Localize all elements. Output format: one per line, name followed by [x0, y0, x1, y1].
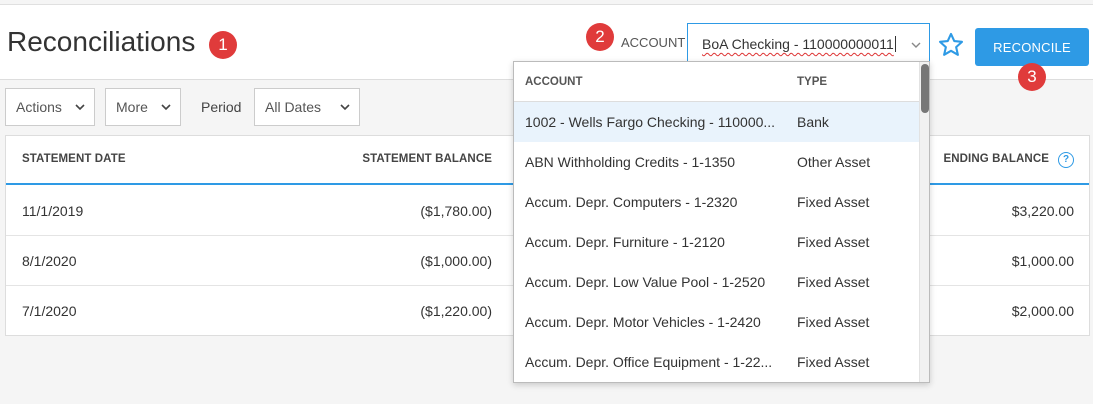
ending-balance-cell: $3,220.00 [1011, 203, 1074, 219]
dropdown-option[interactable]: ABN Withholding Credits - 1-1350 Other A… [514, 142, 919, 182]
statement-balance-cell: ($1,780.00) [420, 203, 492, 219]
option-account-type: Fixed Asset [797, 354, 870, 370]
option-account-name: 1002 - Wells Fargo Checking - 110000... [525, 114, 776, 130]
dropdown-header-type: TYPE [797, 76, 828, 88]
header-statement-date[interactable]: STATEMENT DATE [22, 153, 126, 165]
dropdown-option[interactable]: Accum. Depr. Office Equipment - 1-22... … [514, 342, 919, 382]
account-dropdown: ACCOUNT TYPE 1002 - Wells Fargo Checking… [513, 61, 930, 383]
header-statement-balance[interactable]: STATEMENT BALANCE [362, 153, 492, 165]
option-account-type: Other Asset [797, 154, 871, 170]
statement-date-cell: 7/1/2020 [22, 303, 77, 319]
help-icon[interactable]: ? [1058, 152, 1074, 168]
header-ending-balance[interactable]: ENDING BALANCE [943, 153, 1049, 165]
dropdown-scrollbar[interactable] [919, 62, 929, 382]
dropdown-header: ACCOUNT TYPE [514, 62, 919, 102]
page-title: Reconciliations [7, 26, 196, 57]
chevron-down-icon [911, 24, 921, 64]
dropdown-header-account: ACCOUNT [525, 76, 583, 88]
reconcile-button[interactable]: RECONCILE [975, 28, 1089, 66]
option-account-type: Bank [797, 114, 829, 130]
more-label: More [116, 99, 148, 115]
chevron-down-icon [75, 89, 85, 125]
statement-date-cell: 11/1/2019 [22, 203, 84, 219]
period-select[interactable]: All Dates [254, 88, 360, 126]
dropdown-option[interactable]: Accum. Depr. Computers - 1-2320 Fixed As… [514, 182, 919, 222]
option-account-type: Fixed Asset [797, 194, 870, 210]
period-label: Period [201, 99, 242, 115]
option-account-type: Fixed Asset [797, 234, 870, 250]
option-account-type: Fixed Asset [797, 314, 870, 330]
option-account-name: Accum. Depr. Computers - 1-2320 [525, 194, 738, 210]
ending-balance-cell: $1,000.00 [1011, 253, 1074, 269]
text-cursor [894, 36, 896, 52]
more-menu-button[interactable]: More [105, 88, 181, 126]
option-account-name: Accum. Depr. Office Equipment - 1-22... [525, 354, 773, 370]
option-account-name: Accum. Depr. Low Value Pool - 1-2520 [525, 274, 766, 290]
account-label: ACCOUNT [621, 35, 686, 50]
statement-balance-cell: ($1,000.00) [420, 253, 492, 269]
annotation-badge-1: 1 [209, 31, 237, 59]
option-account-name: Accum. Depr. Furniture - 1-2120 [525, 234, 725, 250]
chevron-down-icon [340, 89, 350, 125]
actions-label: Actions [16, 99, 62, 115]
dropdown-option[interactable]: Accum. Depr. Furniture - 1-2120 Fixed As… [514, 222, 919, 262]
option-account-type: Fixed Asset [797, 274, 870, 290]
option-account-name: Accum. Depr. Motor Vehicles - 1-2420 [525, 314, 761, 330]
star-icon[interactable] [937, 31, 965, 59]
statement-balance-cell: ($1,220.00) [420, 303, 492, 319]
account-select[interactable]: BoA Checking - 110000000011 [687, 23, 930, 65]
chevron-down-icon [161, 89, 171, 125]
annotation-badge-2: 2 [586, 23, 614, 51]
actions-menu-button[interactable]: Actions [5, 88, 95, 126]
ending-balance-cell: $2,000.00 [1011, 303, 1074, 319]
annotation-badge-3: 3 [1018, 63, 1046, 91]
dropdown-option[interactable]: Accum. Depr. Motor Vehicles - 1-2420 Fix… [514, 302, 919, 342]
account-select-value: BoA Checking - 110000000011 [702, 36, 894, 52]
period-value: All Dates [265, 99, 322, 115]
statement-date-cell: 8/1/2020 [22, 253, 77, 269]
dropdown-scrollbar-thumb[interactable] [921, 64, 929, 113]
option-account-name: ABN Withholding Credits - 1-1350 [525, 154, 736, 170]
dropdown-option[interactable]: Accum. Depr. Low Value Pool - 1-2520 Fix… [514, 262, 919, 302]
dropdown-option[interactable]: 1002 - Wells Fargo Checking - 110000... … [514, 102, 919, 142]
